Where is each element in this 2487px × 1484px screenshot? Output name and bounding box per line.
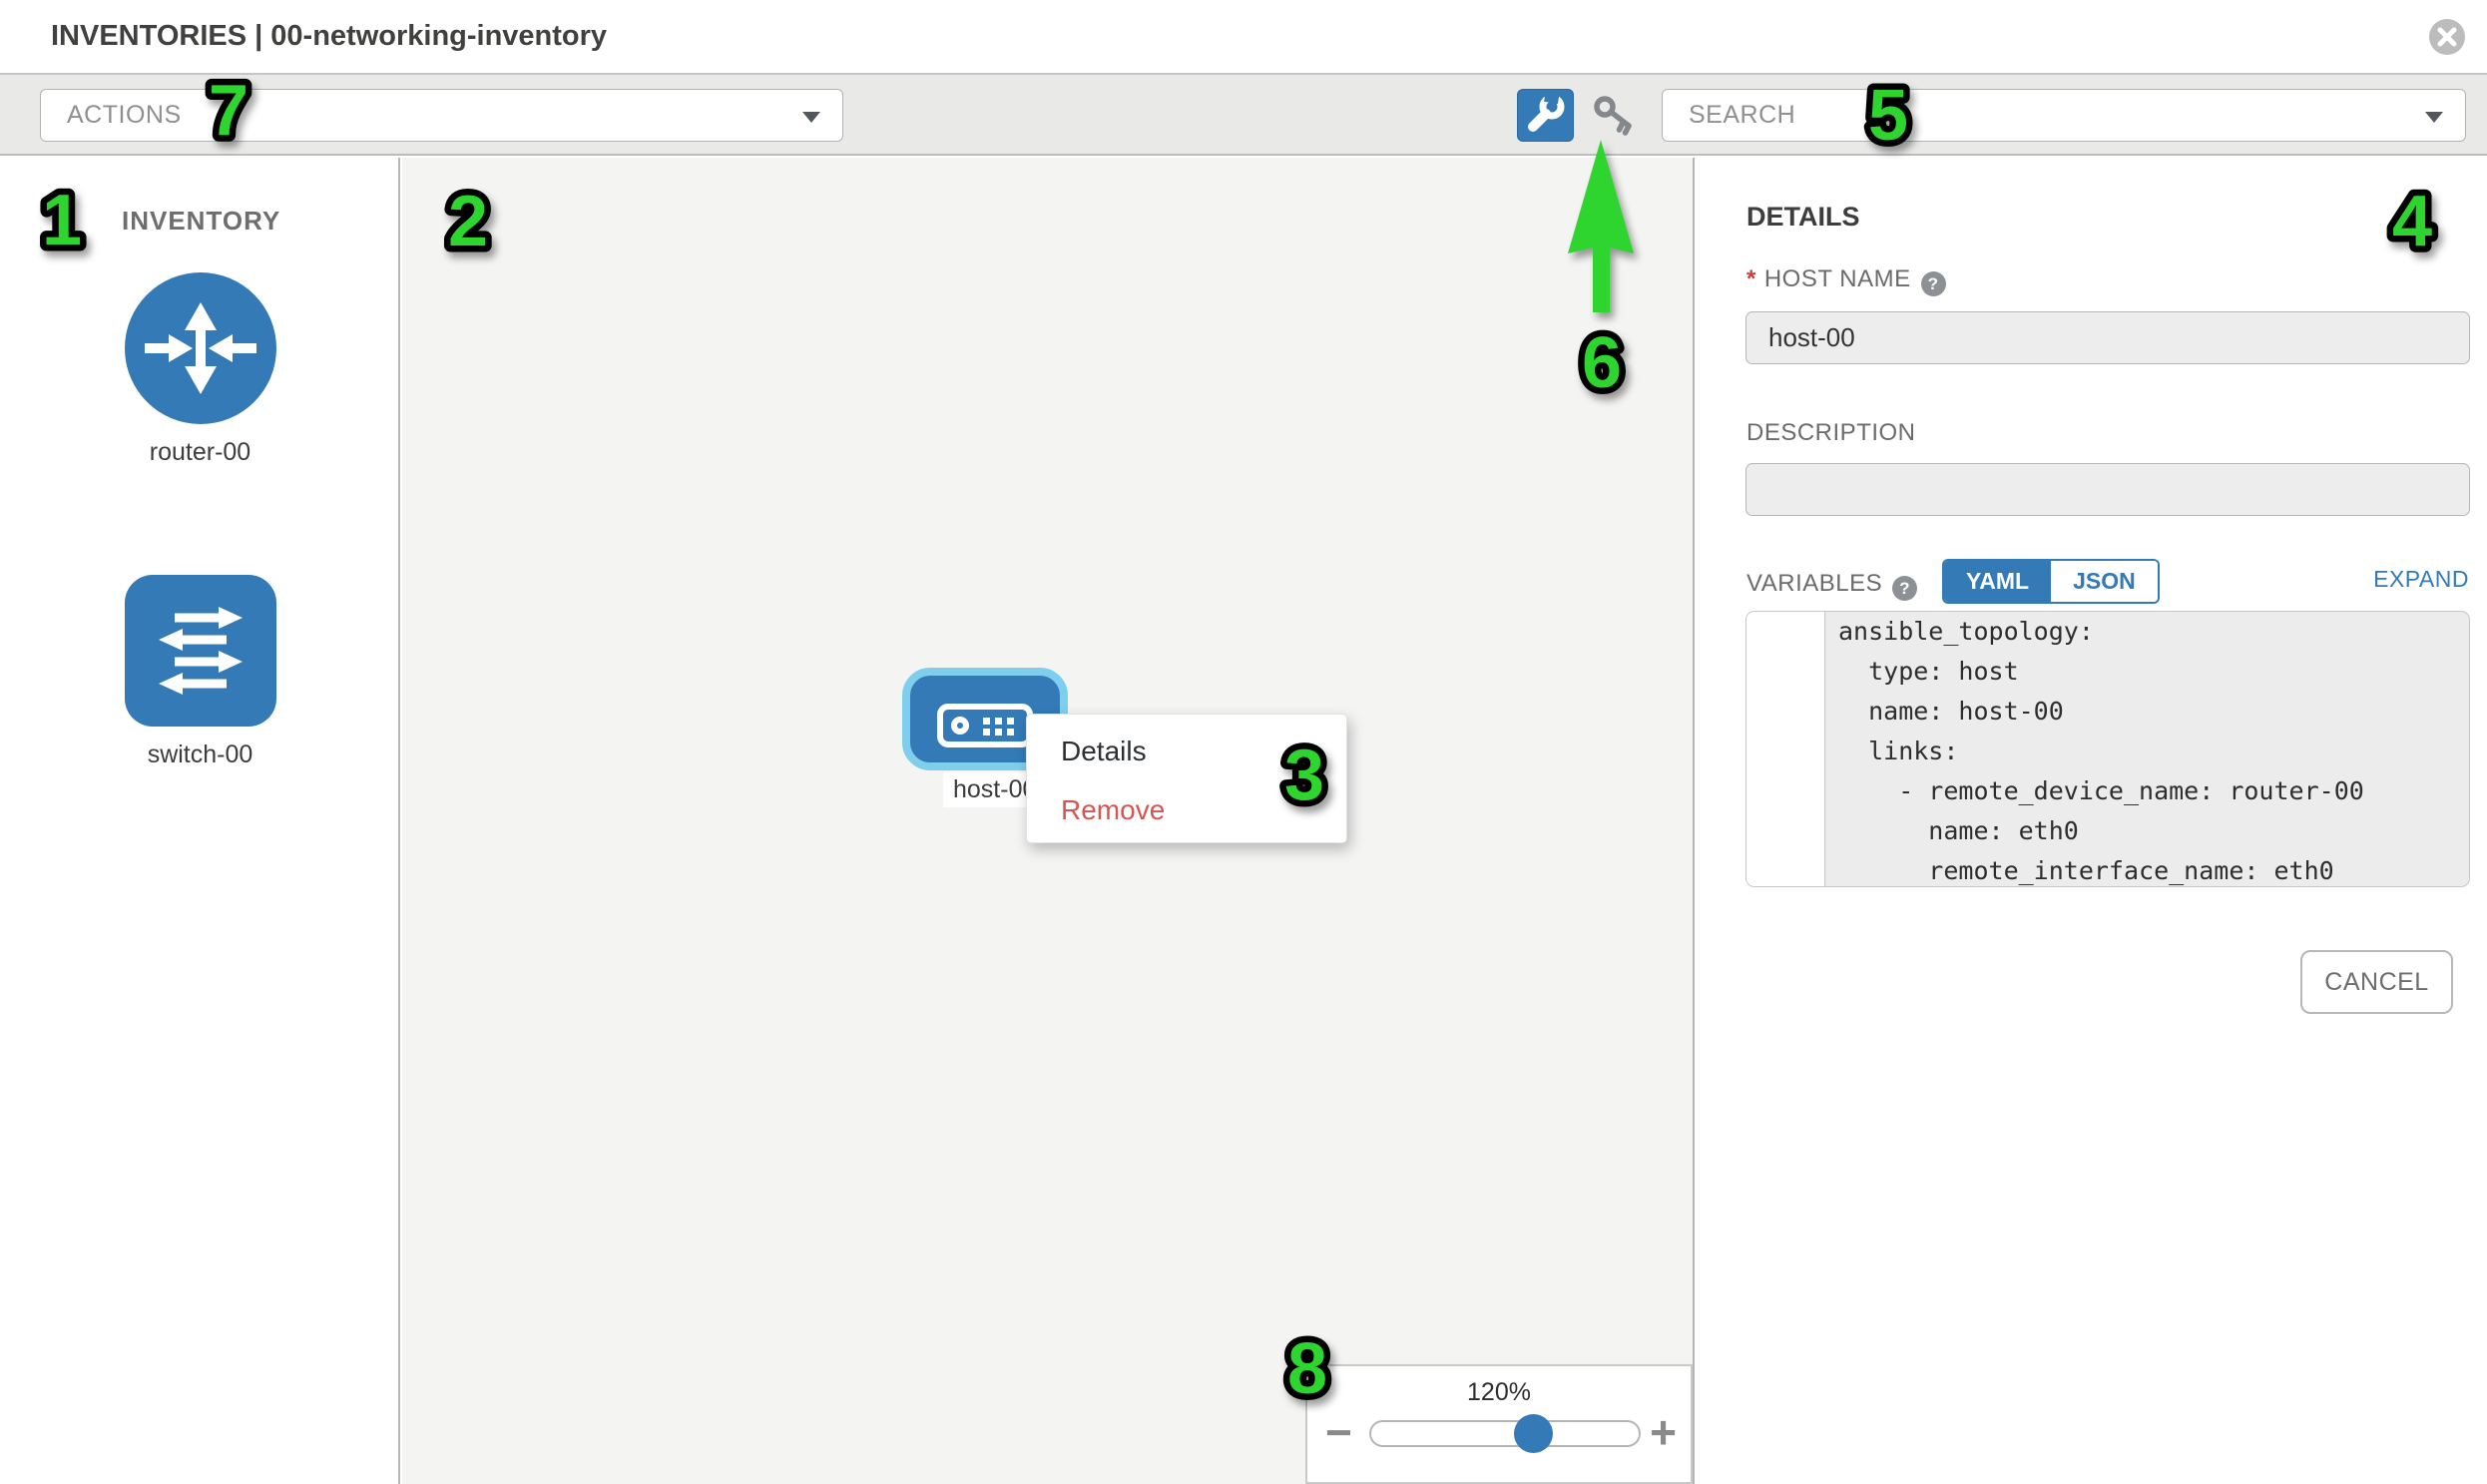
page-title: INVENTORIES | 00-networking-inventory: [51, 0, 607, 73]
switch-icon: [125, 575, 276, 727]
code-line: 5 - remote_device_name: router-00: [1746, 771, 2469, 811]
description-field[interactable]: [1745, 463, 2470, 516]
line-text: name: host-00: [1824, 692, 2064, 732]
code-line: 1ansible_topology:: [1746, 612, 2469, 652]
zoom-level-value: 120%: [1307, 1378, 1691, 1407]
line-text: remote_interface_name: eth0: [1824, 851, 2334, 887]
palette-item-router[interactable]: router-00: [0, 272, 400, 467]
zoom-out-button[interactable]: −: [1325, 1402, 1352, 1462]
code-line: 6 name: eth0: [1746, 811, 2469, 851]
zoom-slider-thumb[interactable]: [1514, 1414, 1553, 1453]
actions-dropdown-label: ACTIONS: [67, 90, 182, 141]
context-menu-item-details[interactable]: Details: [1027, 715, 1346, 778]
yaml-toggle-button[interactable]: YAML: [1944, 561, 2051, 602]
line-text: links:: [1824, 732, 1958, 771]
host-name-label-text: HOST NAME: [1764, 265, 1911, 292]
expand-link[interactable]: EXPAND: [2373, 566, 2469, 593]
required-marker: *: [1746, 265, 1756, 292]
node-context-menu: Details Remove: [1026, 714, 1347, 843]
chevron-down-icon: [2425, 112, 2443, 123]
wrench-icon: [1518, 90, 1573, 141]
variables-code-editor[interactable]: 1ansible_topology: 2 type: host 3 name: …: [1745, 611, 2470, 887]
cancel-button[interactable]: CANCEL: [2300, 950, 2453, 1014]
variables-label-text: VARIABLES: [1746, 570, 1882, 597]
code-line: 4 links:: [1746, 732, 2469, 771]
close-button[interactable]: [2429, 19, 2465, 55]
host-name-label: * HOST NAME?: [1746, 265, 1946, 296]
chevron-down-icon: [802, 112, 820, 123]
tools-button[interactable]: [1517, 89, 1574, 142]
details-panel-title: DETAILS: [1746, 202, 1860, 233]
context-menu-item-remove[interactable]: Remove: [1027, 778, 1346, 842]
code-line: 2 type: host: [1746, 652, 2469, 692]
page-header: INVENTORIES | 00-networking-inventory: [0, 0, 2487, 73]
palette-title: INVENTORY: [122, 206, 280, 237]
line-text: - remote_device_name: router-00: [1824, 771, 2364, 811]
line-text: ansible_topology:: [1824, 612, 2094, 652]
code-line: 3 name: host-00: [1746, 692, 2469, 732]
search-dropdown[interactable]: SEARCH: [1662, 89, 2466, 142]
actions-dropdown[interactable]: ACTIONS: [40, 89, 843, 142]
line-text: name: eth0: [1824, 811, 2079, 851]
variables-format-toggle: YAML JSON: [1942, 559, 2160, 604]
help-icon[interactable]: ?: [1892, 576, 1917, 601]
help-icon[interactable]: ?: [1921, 271, 1946, 296]
editor-gutter: [1746, 612, 1825, 886]
search-placeholder: SEARCH: [1689, 90, 1795, 141]
inventory-topology-page: INVENTORIES | 00-networking-inventory AC…: [0, 0, 2487, 1484]
palette-item-label: router-00: [0, 438, 400, 467]
zoom-in-button[interactable]: +: [1650, 1402, 1677, 1462]
palette-item-switch[interactable]: switch-00: [0, 575, 400, 769]
router-icon: [125, 272, 276, 424]
key-icon: [1590, 93, 1638, 141]
zoom-slider[interactable]: [1369, 1420, 1641, 1447]
toolbar: ACTIONS SEARCH: [0, 73, 2487, 156]
details-panel: DETAILS * HOST NAME? DESCRIPTION VARIABLE…: [1693, 158, 2487, 1484]
credentials-button[interactable]: [1590, 93, 1638, 141]
description-label: DESCRIPTION: [1746, 419, 1916, 447]
json-toggle-button[interactable]: JSON: [2051, 561, 2158, 602]
zoom-control: 120% − +: [1305, 1364, 1693, 1484]
palette-item-label: switch-00: [0, 741, 400, 769]
close-icon: [2437, 27, 2457, 47]
variables-label: VARIABLES?: [1746, 570, 1917, 601]
line-text: type: host: [1824, 652, 2019, 692]
host-name-field[interactable]: [1745, 311, 2470, 364]
inventory-palette: INVENTORY router-00: [0, 158, 400, 1484]
topology-canvas[interactable]: host-00 Details Remove 120% − +: [402, 158, 1693, 1484]
code-line: 7 remote_interface_name: eth0: [1746, 851, 2469, 887]
host-icon: [936, 699, 1034, 752]
